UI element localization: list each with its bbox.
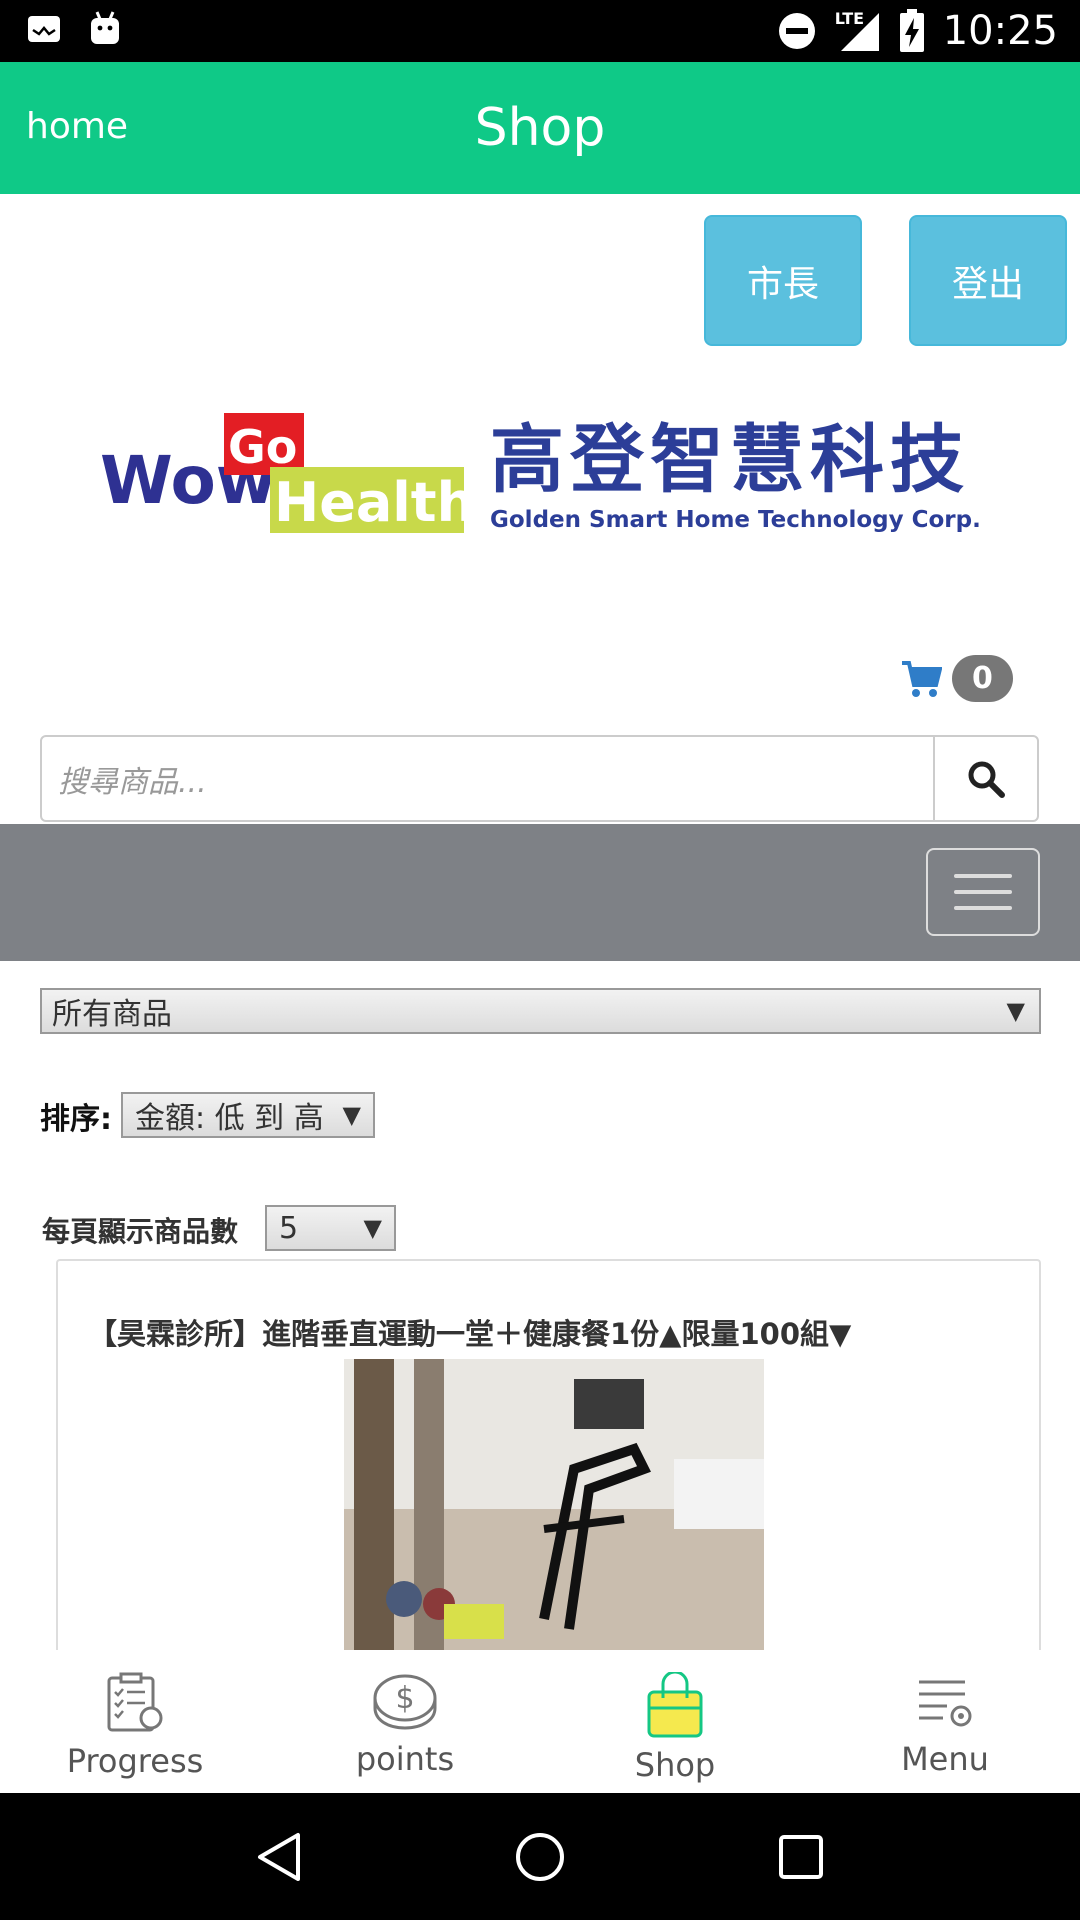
cart-icon — [902, 660, 942, 697]
hamburger-menu-button[interactable] — [926, 848, 1040, 936]
dropdown-arrow-icon: ▼ — [1006, 997, 1025, 1025]
nav-points-label: points — [355, 1740, 455, 1778]
notification-app-icon — [28, 16, 60, 42]
menu-settings-icon — [919, 1680, 972, 1727]
logo-health-text: Health — [274, 471, 475, 534]
dropdown-arrow-icon: ▼ — [342, 1101, 361, 1129]
sort-select-value: 金額: 低 到 高 — [135, 1101, 324, 1136]
nav-shop[interactable]: Shop — [540, 1650, 810, 1793]
search-button[interactable] — [935, 737, 1037, 820]
progress-clipboard-icon — [107, 1672, 163, 1732]
search-input[interactable]: 搜尋商品... — [42, 737, 935, 820]
svg-text:$: $ — [395, 1681, 414, 1716]
nav-menu[interactable]: Menu — [810, 1650, 1080, 1793]
mayor-button[interactable]: 市長 — [704, 215, 862, 346]
shopping-bag-icon — [647, 1672, 703, 1738]
nav-points[interactable]: $ points — [270, 1650, 540, 1793]
per-page-select[interactable]: 5 ▼ — [265, 1205, 396, 1251]
android-debug-icon — [91, 11, 119, 44]
do-not-disturb-icon — [778, 13, 815, 49]
logo-go-text: Go — [228, 420, 297, 474]
home-circle-icon[interactable] — [514, 1831, 566, 1883]
logo-company-zh: 高登智慧科技 — [490, 417, 970, 503]
battery-charging-icon — [899, 9, 924, 52]
logout-button[interactable]: 登出 — [909, 215, 1067, 346]
page-title: Shop — [474, 98, 606, 158]
network-type-label: LTE — [834, 9, 865, 28]
per-page-label: 每頁顯示商品數 — [42, 1215, 239, 1248]
status-time: 10:25 — [942, 8, 1058, 54]
category-select-value: 所有商品 — [52, 997, 172, 1032]
category-nav-bar — [0, 824, 1080, 961]
cart-button[interactable]: 0 — [900, 655, 1013, 702]
coin-dollar-icon: $ — [373, 1674, 437, 1730]
lte-signal-icon: LTE — [835, 9, 881, 53]
system-navigation-bar — [0, 1793, 1080, 1920]
sort-select[interactable]: 金額: 低 到 高 ▼ — [121, 1092, 375, 1138]
sort-label: 排序: — [40, 1102, 112, 1137]
search-bar: 搜尋商品... — [40, 735, 1039, 822]
per-page-select-value: 5 — [279, 1210, 299, 1246]
product-card[interactable]: 【昊霖診所】進階垂直運動一堂＋健康餐1份▲限量100組▼ — [56, 1259, 1041, 1659]
search-icon — [968, 761, 1005, 798]
category-select[interactable]: 所有商品 ▼ — [40, 988, 1041, 1034]
product-title[interactable]: 【昊霖診所】進階垂直運動一堂＋健康餐1份▲限量100組▼ — [88, 1311, 851, 1353]
cart-count-badge: 0 — [952, 655, 1013, 702]
company-logo: Wow Go Health 高登智慧科技 Golden Smart Home T… — [98, 405, 988, 545]
dropdown-arrow-icon: ▼ — [363, 1214, 382, 1242]
app-bar: home Shop — [0, 62, 1080, 194]
nav-menu-label: Menu — [901, 1740, 989, 1778]
back-icon[interactable] — [256, 1831, 302, 1883]
recents-square-icon[interactable] — [778, 1834, 824, 1880]
nav-shop-label: Shop — [634, 1746, 716, 1784]
nav-progress-label: Progress — [66, 1742, 204, 1780]
status-bar: LTE 10:25 — [0, 0, 1080, 62]
logo-company-en: Golden Smart Home Technology Corp. — [490, 507, 981, 533]
product-image[interactable] — [344, 1359, 764, 1659]
bottom-navigation: Progress $ points Shop Menu — [0, 1650, 1080, 1793]
nav-progress[interactable]: Progress — [0, 1650, 270, 1793]
